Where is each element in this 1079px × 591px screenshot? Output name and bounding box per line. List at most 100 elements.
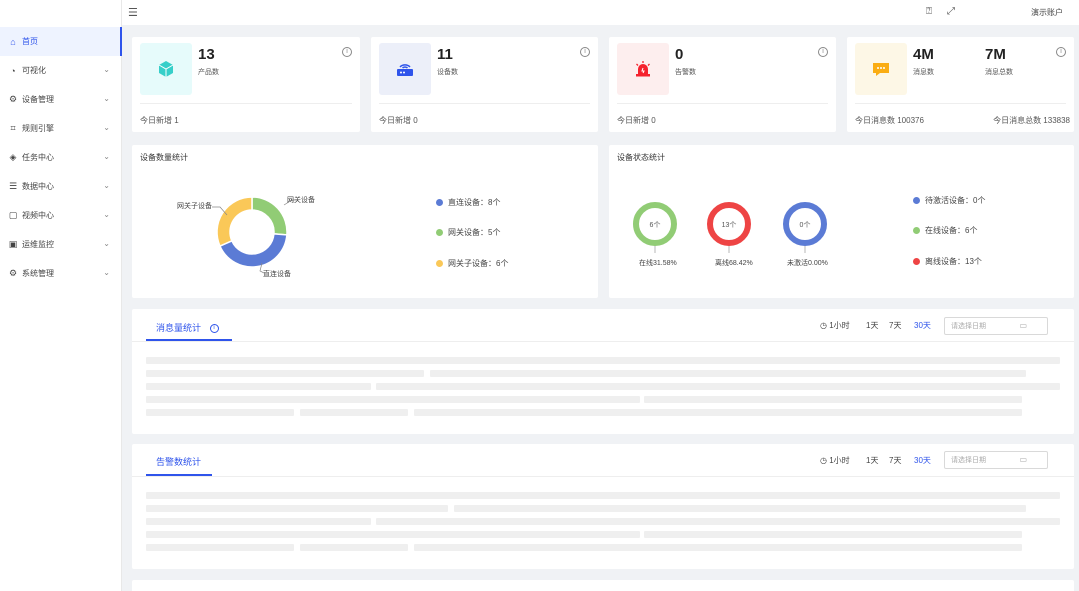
skeleton-line: [146, 544, 294, 551]
sidebar-item[interactable]: ⚙ 设备管理 ⌄: [0, 85, 122, 114]
alarm-count-label: 告警数: [675, 69, 696, 76]
device-today-new: 今日新增 0: [379, 116, 418, 125]
skeleton-line: [300, 409, 408, 416]
tab-message-label: 消息量统计: [156, 323, 202, 333]
skeleton-line: [414, 409, 1022, 416]
date-picker[interactable]: 请选择日期 ▭: [944, 451, 1048, 469]
chevron-down-icon: ⌄: [103, 239, 110, 248]
sidebar-item-label: 规则引擎: [22, 124, 54, 133]
sidebar-item[interactable]: ⌗ 规则引擎 ⌄: [0, 114, 122, 143]
rule-icon: ⌗: [10, 123, 16, 133]
sidebar-item[interactable]: ⚙ 系统管理 ⌄: [0, 259, 122, 288]
device-count-panel: 设备数量统计 网关子设备 网关设备 直连设备 直连设备：8个 网关设备：5个 网…: [132, 145, 598, 298]
sidebar-item[interactable]: ▣ 运维监控 ⌄: [0, 230, 122, 259]
donut-slice[interactable]: [216, 196, 253, 248]
sidebar-item[interactable]: ◔ 可视化 ⌄: [0, 56, 122, 85]
filter-30-days[interactable]: 30天: [914, 455, 931, 466]
sidebar-item[interactable]: ◈ 任务中心 ⌄: [0, 143, 122, 172]
alarm-count-card: 0 告警数 i 今日新增 0: [609, 37, 836, 132]
skeleton-line: [300, 544, 408, 551]
calendar-icon: ▭: [1019, 455, 1027, 464]
slice-label-gateway-sub: 网关子设备: [177, 203, 212, 210]
sidebar-item-label: 运维监控: [22, 240, 54, 249]
legend-dot: [436, 229, 443, 236]
sidebar: ⌂ 首页 ◔ 可视化 ⌄ ⚙ 设备管理 ⌄ ⌗ 规则引擎 ⌄ ◈ 任务中心 ⌄ ☰ 数据中心 ⌄ ▢ 视频中心 ⌄ ▣ 运…: [0, 0, 122, 591]
sidebar-item-label: 首页: [22, 37, 38, 46]
alarm-stats-panel: 告警数统计 ◷ 1小时 1天 7天 30天 请选择日期 ▭: [132, 444, 1074, 569]
sidebar-item[interactable]: ☰ 数据中心 ⌄: [0, 172, 122, 201]
ring-caption-inactive: 未激活0.00%: [787, 260, 828, 267]
sidebar-item[interactable]: ▢ 视频中心 ⌄: [0, 201, 122, 230]
filter-30-days[interactable]: 30天: [914, 320, 931, 331]
tab-message-stats[interactable]: 消息量统计 i: [156, 321, 219, 334]
alarm-icon: [617, 43, 669, 95]
date-picker[interactable]: 请选择日期 ▭: [944, 317, 1048, 335]
info-icon[interactable]: i: [580, 47, 590, 57]
skeleton-line: [644, 396, 1022, 403]
info-icon[interactable]: i: [1056, 47, 1066, 57]
legend-gateway-sub[interactable]: 网关子设备：6个: [436, 258, 508, 269]
message-count-label: 消息数: [913, 69, 934, 76]
user-menu[interactable]: 演示账户: [1031, 7, 1063, 18]
filter-1-hour[interactable]: ◷ 1小时: [820, 455, 850, 466]
skeleton-line: [146, 492, 1060, 499]
sidebar-item-label: 系统管理: [22, 269, 54, 278]
legend-dot: [913, 227, 920, 234]
filter-1-hour[interactable]: ◷ 1小时: [820, 320, 850, 331]
tab-alarm-stats[interactable]: 告警数统计: [156, 455, 201, 468]
message-today-total: 今日消息总数 133838: [993, 116, 1070, 125]
skeleton-line: [454, 505, 1026, 512]
product-count: 13: [198, 46, 215, 63]
message-today: 今日消息数 100376: [855, 116, 924, 125]
ring-center-label: 0个: [800, 221, 811, 229]
slice-label-gateway: 网关设备: [287, 197, 315, 204]
filter-1-day[interactable]: 1天: [866, 320, 878, 331]
legend-gateway-label: 网关设备：5个: [448, 228, 501, 237]
sidebar-item-label: 任务中心: [22, 153, 54, 162]
ring-center-label: 13个: [722, 221, 737, 229]
divider: [132, 476, 1074, 477]
chevron-down-icon: ⌄: [103, 94, 110, 103]
legend-inactive[interactable]: 待激活设备：0个: [913, 195, 985, 206]
router-icon: [379, 43, 431, 95]
filter-1-day[interactable]: 1天: [866, 455, 878, 466]
filter-1-hour-label: 1小时: [829, 456, 850, 465]
menu-fold-icon[interactable]: ☰: [128, 6, 138, 19]
info-icon[interactable]: i: [818, 47, 828, 57]
sidebar-item-label: 数据中心: [22, 182, 54, 191]
divider: [379, 103, 590, 104]
legend-offline[interactable]: 离线设备：13个: [913, 256, 982, 267]
calendar-icon: ▭: [1019, 321, 1027, 330]
legend-dot: [913, 197, 920, 204]
device-count-card: 11 设备数 i 今日新增 0: [371, 37, 598, 132]
divider: [140, 103, 352, 104]
help-icon[interactable]: ⍰: [926, 6, 932, 17]
info-icon[interactable]: i: [342, 47, 352, 57]
filter-7-days[interactable]: 7天: [889, 455, 901, 466]
filter-7-days[interactable]: 7天: [889, 320, 901, 331]
skeleton-line: [146, 531, 640, 538]
skeleton-line: [146, 370, 424, 377]
fullscreen-icon[interactable]: ⤢: [947, 6, 955, 17]
divider: [617, 103, 828, 104]
legend-gateway[interactable]: 网关设备：5个: [436, 227, 500, 238]
product-today-new: 今日新增 1: [140, 116, 179, 125]
legend-inactive-label: 待激活设备：0个: [925, 196, 986, 205]
alarm-today-new: 今日新增 0: [617, 116, 656, 125]
chevron-down-icon: ⌄: [103, 65, 110, 74]
device-count: 11: [437, 46, 453, 63]
legend-online[interactable]: 在线设备：6个: [913, 225, 977, 236]
skeleton-line: [146, 409, 294, 416]
donut-slice[interactable]: [251, 196, 288, 236]
info-icon[interactable]: i: [209, 324, 219, 334]
skeleton-line: [146, 518, 371, 525]
device-count-donut: [212, 196, 298, 274]
sidebar-item[interactable]: ⌂ 首页: [0, 27, 122, 56]
chevron-down-icon: ⌄: [103, 181, 110, 190]
device-icon: ⚙: [8, 94, 18, 104]
device-count-label: 设备数: [437, 69, 458, 76]
alarm-count: 0: [675, 46, 684, 63]
header: ☰ ⍰ ⤢ 演示账户: [122, 0, 1079, 25]
device-status-rings: 6个 13个 0个: [633, 202, 827, 253]
legend-direct[interactable]: 直连设备：8个: [436, 197, 500, 208]
